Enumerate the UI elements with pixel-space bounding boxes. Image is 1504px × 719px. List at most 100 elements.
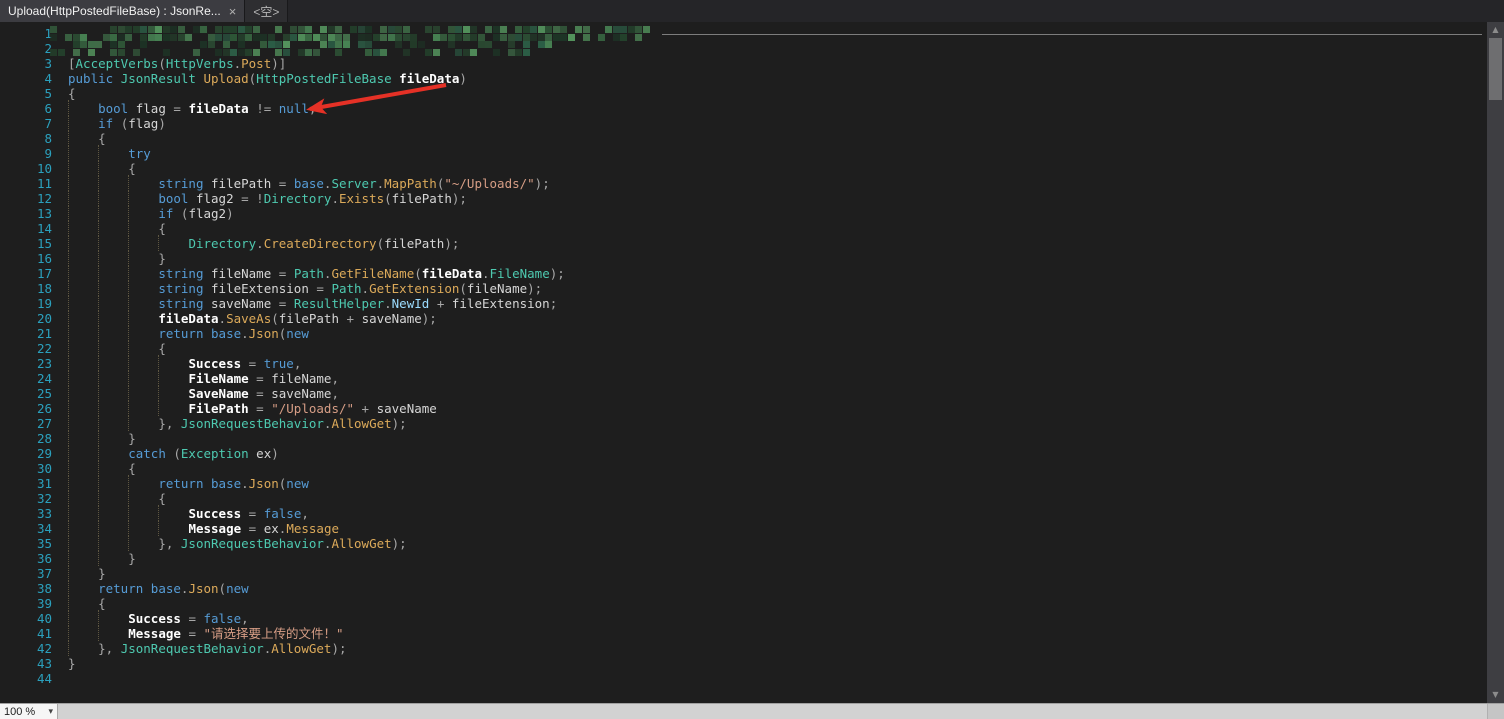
tab-empty[interactable]: <空> xyxy=(245,0,289,22)
line-number: 14 xyxy=(36,221,52,236)
status-bar: 100 % ▾ xyxy=(0,703,1504,719)
code-line[interactable]: 12 bool flag2 = !Directory.Exists(filePa… xyxy=(0,190,1504,206)
scrollbar-thumb[interactable] xyxy=(1489,38,1502,100)
code-line[interactable]: 19 string saveName = ResultHelper.NewId … xyxy=(0,295,1504,311)
code-line[interactable]: 10 { xyxy=(0,160,1504,176)
code-line[interactable]: 2 xyxy=(0,41,1504,56)
code-line[interactable]: 3 [AcceptVerbs(HttpVerbs.Post)] xyxy=(0,56,1504,71)
line-number: 26 xyxy=(36,401,52,416)
line-number: 38 xyxy=(36,581,52,596)
code-line[interactable]: 26 FilePath = "/Uploads/" + saveName xyxy=(0,400,1504,416)
code-text: Success = false, xyxy=(68,505,309,521)
zoom-value: 100 % xyxy=(4,705,36,718)
line-number: 8 xyxy=(44,131,52,146)
code-text: { xyxy=(68,340,166,356)
code-line[interactable]: 20 fileData.SaveAs(filePath + saveName); xyxy=(0,310,1504,326)
code-line[interactable]: 5{ xyxy=(0,86,1504,101)
code-text: SaveName = saveName, xyxy=(68,385,339,401)
code-line[interactable]: 18 string fileExtension = Path.GetExtens… xyxy=(0,280,1504,296)
code-text: { xyxy=(68,595,106,611)
code-line[interactable]: 24 FileName = fileName, xyxy=(0,370,1504,386)
code-line[interactable]: 36 } xyxy=(0,550,1504,566)
line-number: 32 xyxy=(36,491,52,506)
code-editor[interactable]: 1 2 3 [AcceptVerbs(HttpVerbs.Post)] 4 public … xyxy=(0,22,1504,703)
line-number: 13 xyxy=(36,206,52,221)
code-line[interactable]: 32 { xyxy=(0,490,1504,506)
vertical-scrollbar[interactable]: ▲ ▼ xyxy=(1487,22,1504,703)
code-line[interactable]: 14 { xyxy=(0,220,1504,236)
code-line[interactable]: 13 if (flag2) xyxy=(0,205,1504,221)
code-line[interactable]: 38 return base.Json(new xyxy=(0,580,1504,596)
code-line[interactable]: 37 } xyxy=(0,565,1504,581)
tab-bar: Upload(HttpPostedFileBase) : JsonRe... ×… xyxy=(0,0,1504,22)
tab-title: <空> xyxy=(253,4,280,19)
code-line[interactable]: 39 { xyxy=(0,595,1504,611)
line-number: 24 xyxy=(36,371,52,386)
code-line[interactable]: 7 if (flag) xyxy=(0,115,1504,131)
code-text: return base.Json(new xyxy=(68,475,309,491)
line-number: 22 xyxy=(36,341,52,356)
line-number: 2 xyxy=(44,41,52,56)
line-number: 23 xyxy=(36,356,52,371)
code-line[interactable]: 11 string filePath = base.Server.MapPath… xyxy=(0,175,1504,191)
code-line[interactable]: 16 } xyxy=(0,250,1504,266)
chevron-down-icon[interactable]: ▾ xyxy=(48,706,53,717)
scroll-down-icon[interactable]: ▼ xyxy=(1487,688,1504,702)
line-number: 17 xyxy=(36,266,52,281)
code-text: Success = true, xyxy=(68,355,301,371)
line-number: 33 xyxy=(36,506,52,521)
code-line[interactable]: 29 catch (Exception ex) xyxy=(0,445,1504,461)
code-line[interactable]: 40 Success = false, xyxy=(0,610,1504,626)
code-line[interactable]: 9 try xyxy=(0,145,1504,161)
line-number: 43 xyxy=(36,656,52,671)
line-number: 12 xyxy=(36,191,52,206)
code-text: [AcceptVerbs(HttpVerbs.Post)] xyxy=(68,56,287,71)
code-line[interactable]: 33 Success = false, xyxy=(0,505,1504,521)
code-text: { xyxy=(68,490,166,506)
code-line[interactable]: 22 { xyxy=(0,340,1504,356)
code-line[interactable]: 4 public JsonResult Upload(HttpPostedFile… xyxy=(0,71,1504,86)
code-line[interactable]: 31 return base.Json(new xyxy=(0,475,1504,491)
line-number: 10 xyxy=(36,161,52,176)
line-number: 3 xyxy=(44,56,52,71)
line-number: 28 xyxy=(36,431,52,446)
code-line[interactable]: 43} xyxy=(0,656,1504,671)
line-number: 19 xyxy=(36,296,52,311)
code-text: public JsonResult Upload(HttpPostedFileB… xyxy=(68,71,467,86)
close-icon[interactable]: × xyxy=(229,5,237,18)
line-number: 44 xyxy=(36,671,52,686)
tab-upload-method[interactable]: Upload(HttpPostedFileBase) : JsonRe... × xyxy=(0,0,246,22)
line-number: 40 xyxy=(36,611,52,626)
code-line[interactable]: 6 bool flag = fileData != null; xyxy=(0,100,1504,116)
line-number: 20 xyxy=(36,311,52,326)
line-number: 9 xyxy=(44,146,52,161)
zoom-control[interactable]: 100 % ▾ xyxy=(0,704,58,719)
code-line[interactable]: 23 Success = true, xyxy=(0,355,1504,371)
line-number: 4 xyxy=(44,71,52,86)
line-number: 27 xyxy=(36,416,52,431)
code-line[interactable]: 21 return base.Json(new xyxy=(0,325,1504,341)
code-line[interactable]: 30 { xyxy=(0,460,1504,476)
code-line[interactable]: 44 xyxy=(0,671,1504,686)
code-line[interactable]: 28 } xyxy=(0,430,1504,446)
line-number: 6 xyxy=(44,101,52,116)
code-text: FileName = fileName, xyxy=(68,370,339,386)
code-text: string fileExtension = Path.GetExtension… xyxy=(68,280,542,296)
code-line[interactable]: 17 string fileName = Path.GetFileName(fi… xyxy=(0,265,1504,281)
scroll-up-icon[interactable]: ▲ xyxy=(1487,23,1504,37)
code-text: { xyxy=(68,160,136,176)
line-number: 35 xyxy=(36,536,52,551)
code-line[interactable]: 27 }, JsonRequestBehavior.AllowGet); xyxy=(0,415,1504,431)
code-line[interactable]: 15 Directory.CreateDirectory(filePath); xyxy=(0,235,1504,251)
code-line[interactable]: 42 }, JsonRequestBehavior.AllowGet); xyxy=(0,640,1504,656)
horizontal-scrollbar[interactable] xyxy=(58,704,1487,719)
code-line[interactable]: 41 Message = "请选择要上传的文件！" xyxy=(0,625,1504,641)
code-line[interactable]: 34 Message = ex.Message xyxy=(0,520,1504,536)
code-text: Success = false, xyxy=(68,610,249,626)
code-line[interactable]: 35 }, JsonRequestBehavior.AllowGet); xyxy=(0,535,1504,551)
code-line[interactable]: 25 SaveName = saveName, xyxy=(0,385,1504,401)
code-line[interactable]: 8 { xyxy=(0,130,1504,146)
code-text: }, JsonRequestBehavior.AllowGet); xyxy=(68,535,407,551)
code-text: catch (Exception ex) xyxy=(68,445,279,461)
code-text: return base.Json(new xyxy=(68,325,309,341)
